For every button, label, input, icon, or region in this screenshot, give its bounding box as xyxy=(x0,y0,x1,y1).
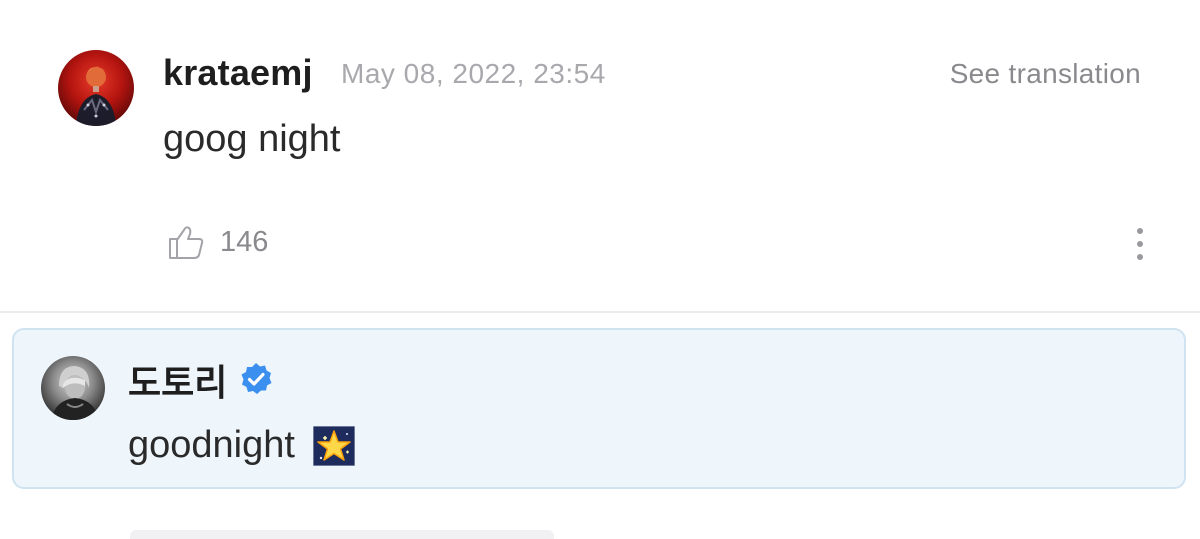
see-translation-link[interactable]: See translation xyxy=(950,58,1141,90)
divider xyxy=(0,311,1200,313)
vertical-ellipsis-icon xyxy=(1137,228,1143,260)
like-button[interactable] xyxy=(166,222,206,262)
comment-card: krataemj May 08, 2022, 23:54 See transla… xyxy=(0,0,1200,313)
reply-username[interactable]: 도토리 xyxy=(128,354,227,406)
thumbs-up-icon xyxy=(169,226,204,259)
verified-badge-icon xyxy=(239,362,273,396)
like-count: 146 xyxy=(220,226,269,258)
reply-avatar[interactable] xyxy=(41,356,105,420)
reply-card: 도토리 goodnight xyxy=(12,328,1186,489)
comment-thread: krataemj May 08, 2022, 23:54 See transla… xyxy=(0,0,1200,539)
user-avatar-icon xyxy=(76,66,116,126)
user-avatar-icon xyxy=(51,366,99,420)
comment-timestamp: May 08, 2022, 23:54 xyxy=(341,58,606,89)
next-item-preview xyxy=(130,530,554,539)
reply-text: goodnight xyxy=(128,424,295,466)
avatar[interactable] xyxy=(58,50,134,126)
more-options-button[interactable] xyxy=(1126,224,1154,264)
comment-text: goog night xyxy=(163,118,341,160)
glowing-star-icon xyxy=(312,425,356,467)
comment-username[interactable]: krataemj xyxy=(163,52,313,94)
